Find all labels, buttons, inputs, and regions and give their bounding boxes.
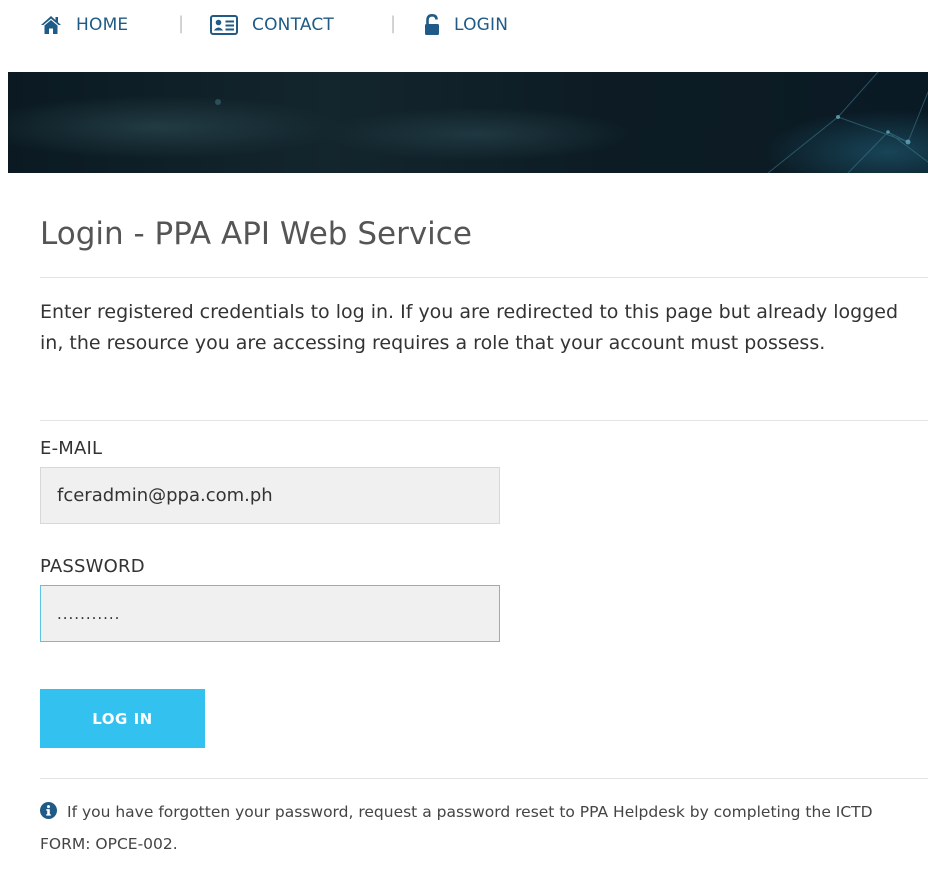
- info-circle-icon: [40, 799, 57, 829]
- email-field[interactable]: [40, 467, 500, 524]
- unlock-icon: [424, 14, 440, 36]
- divider: [40, 778, 928, 779]
- nav-home-link[interactable]: HOME: [40, 12, 128, 38]
- contact-card-icon: [210, 15, 238, 35]
- intro-text: Enter registered credentials to log in. …: [40, 301, 899, 354]
- nav-login-link[interactable]: LOGIN: [424, 12, 508, 38]
- nav-home-label: HOME: [76, 15, 129, 35]
- network-graphic: [215, 72, 928, 173]
- divider: [40, 420, 928, 421]
- top-navigation: HOME | CONTACT | LOGIN: [0, 0, 928, 52]
- nav-contact-link[interactable]: CONTACT: [210, 12, 334, 38]
- nav-separator: |: [390, 13, 397, 34]
- password-label: PASSWORD: [40, 556, 145, 577]
- login-button[interactable]: LOG IN: [40, 689, 205, 748]
- home-icon: [40, 15, 62, 35]
- nav-separator: |: [178, 13, 185, 34]
- password-reset-note: If you have forgotten your password, req…: [40, 797, 910, 859]
- header-banner-image: [8, 72, 928, 173]
- nav-contact-label: CONTACT: [252, 15, 335, 35]
- password-reset-text: If you have forgotten your password, req…: [40, 803, 873, 853]
- password-field[interactable]: [40, 585, 500, 642]
- email-label: E-MAIL: [40, 438, 103, 459]
- nav-login-label: LOGIN: [454, 15, 509, 35]
- page-title: Login - PPA API Web Service: [40, 216, 472, 252]
- divider: [40, 277, 928, 278]
